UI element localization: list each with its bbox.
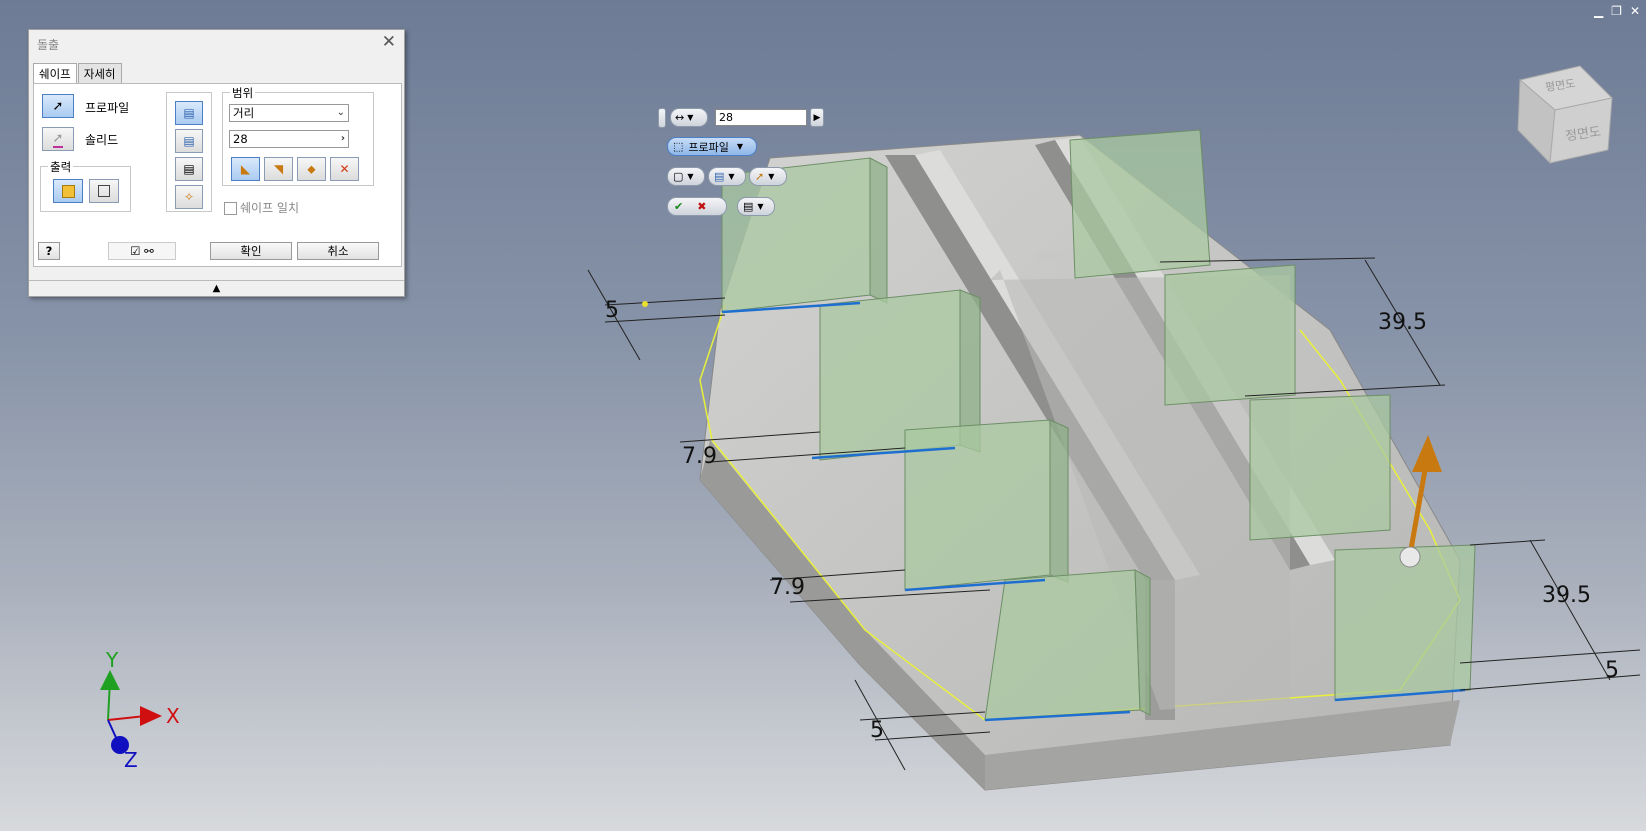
join-button[interactable]: ▤ [175,101,203,125]
dim-right-lower[interactable]: 39.5 [1542,583,1591,608]
extent-type-select[interactable]: 거리 ⌄ [229,104,349,122]
cut-button[interactable]: ▤ [175,129,203,153]
dim-right-bottom[interactable]: 5 [1605,658,1619,683]
direction-dropdown[interactable]: ➚ ▼ [749,167,787,186]
output-group-title: 출력 [48,159,74,175]
solid-label: 솔리드 [85,133,119,147]
window-controls: ▁ ❐ ✕ [1594,4,1640,18]
ok-button[interactable]: 확인 [210,242,292,260]
distance-value: 28 [233,132,248,146]
chevron-down-icon: ▼ [768,172,775,181]
expand-dialog-button[interactable]: ▲ [29,280,404,296]
help-button[interactable]: ? [38,242,60,260]
symmetric-button[interactable]: ⬥ [297,157,326,181]
solid-output-icon: ▢ [673,170,684,183]
chevron-down-icon: ⌄ [336,107,345,118]
axis-triad [100,670,162,754]
options-icon: ▤ [743,200,754,213]
direction-2-button[interactable]: ◥ [264,157,293,181]
mini-toolbar-grip[interactable] [658,108,666,128]
extents-group-title: 범위 [230,85,256,101]
new-solid-button[interactable]: ✧ [175,185,203,209]
join-icon: ▤ [714,170,725,183]
axis-x-label: X [166,704,180,728]
glasses-icon: ⚯ [144,244,154,258]
output-type-dropdown[interactable]: ▢ ▼ [667,167,705,186]
mini-distance-input[interactable]: 28 [715,109,807,126]
chevron-down-icon: ▼ [687,113,694,122]
chevron-down-icon: ▼ [728,172,735,181]
confirm-check-icon[interactable]: ✔ [674,200,683,213]
extrude-dialog: 돌출 ✕ 쉐이프 자세히 ➚ 프로파일 ➚ 솔리드 출력 ▤ ▤ ▤ ✧ 범위 … [28,29,405,297]
match-shape-label: 쉐이프 일치 [240,201,300,215]
dim-bottom-left[interactable]: 5 [870,718,884,743]
mini-apply-arrow[interactable]: ▶ [810,108,824,127]
asymmetric-button[interactable]: ✕ [330,157,359,181]
close-icon[interactable]: ✕ [382,32,396,52]
asymmetric-icon: ✕ [339,162,350,176]
direction-1-icon: ◣ [240,162,251,176]
distance-input[interactable]: 28 › [229,130,349,148]
operation-dropdown[interactable]: ▤ ▼ [708,167,746,186]
profile-select-icon: ⬚ [673,140,684,153]
shape-panel: ➚ 프로파일 ➚ 솔리드 출력 ▤ ▤ ▤ ✧ 범위 거리 ⌄ 28 › ◣ ◥… [33,83,402,267]
minimize-button[interactable]: ▁ [1594,4,1603,18]
distance-mode-dropdown[interactable]: ↔ ▼ [670,108,708,127]
chevron-down-icon: ▼ [687,172,694,181]
ok-cancel-group: ✔ ✖ [667,197,727,216]
tab-more[interactable]: 자세히 [77,63,122,85]
solid-box-icon [61,184,75,198]
solid-output-button[interactable] [53,179,83,203]
axis-z-label: Z [124,748,138,772]
extents-group: 범위 거리 ⌄ 28 › ◣ ◥ ⬥ ✕ [222,85,374,186]
new-solid-icon: ✧ [183,190,195,204]
operation-group: ▤ ▤ ▤ ✧ [166,92,212,212]
chevron-right-icon[interactable]: › [341,131,345,147]
chevron-down-icon: ▼ [757,202,764,211]
direction-2-icon: ◥ [273,162,284,176]
dialog-tabs: 쉐이프 자세히 [33,63,123,85]
dim-mid-left-1[interactable]: 7.9 [682,444,717,469]
intersect-button[interactable]: ▤ [175,157,203,181]
axis-y-label: Y [106,648,119,672]
cancel-x-icon[interactable]: ✖ [697,200,706,213]
restore-button[interactable]: ❐ [1611,4,1622,18]
cursor-arrow-icon: ➚ [52,130,64,148]
dialog-title: 돌출 [37,38,60,52]
cursor-arrow-icon: ➚ [52,98,64,114]
dim-mid-left-2[interactable]: 7.9 [770,575,805,600]
mini-profile-label: 프로파일 [688,140,729,154]
close-window-button[interactable]: ✕ [1630,4,1640,18]
surface-box-icon [98,185,110,197]
more-options-dropdown[interactable]: ▤ ▼ [737,197,775,216]
match-shape-checkbox[interactable] [224,202,237,215]
chevron-down-icon: ▼ [736,142,744,151]
extent-type-value: 거리 [233,106,255,120]
direction-1-button[interactable]: ◣ [231,157,260,181]
surface-output-button[interactable] [89,179,119,203]
intersect-icon: ▤ [183,162,195,176]
symmetric-icon: ⬥ [307,161,316,176]
mini-profile-button[interactable]: ⬚ 프로파일 ▼ [667,137,757,156]
cancel-button[interactable]: 취소 [297,242,379,260]
profile-select-button[interactable]: ➚ [42,94,74,118]
distance-icon: ↔ [675,111,685,124]
solid-select-button[interactable]: ➚ [42,127,74,151]
dim-top-left[interactable]: 5 [605,298,619,323]
direction-icon: ➚ [755,170,765,183]
output-group: 출력 [40,159,131,212]
grip-point[interactable] [642,301,648,307]
tab-shape[interactable]: 쉐이프 [33,63,77,85]
profile-label: 프로파일 [85,101,130,115]
preview-toggle[interactable]: ☑ ⚯ [108,242,176,260]
join-icon: ▤ [183,106,195,120]
cut-icon: ▤ [183,134,195,148]
dim-right-upper[interactable]: 39.5 [1378,310,1427,335]
preview-checkbox-icon: ☑ [130,244,141,258]
